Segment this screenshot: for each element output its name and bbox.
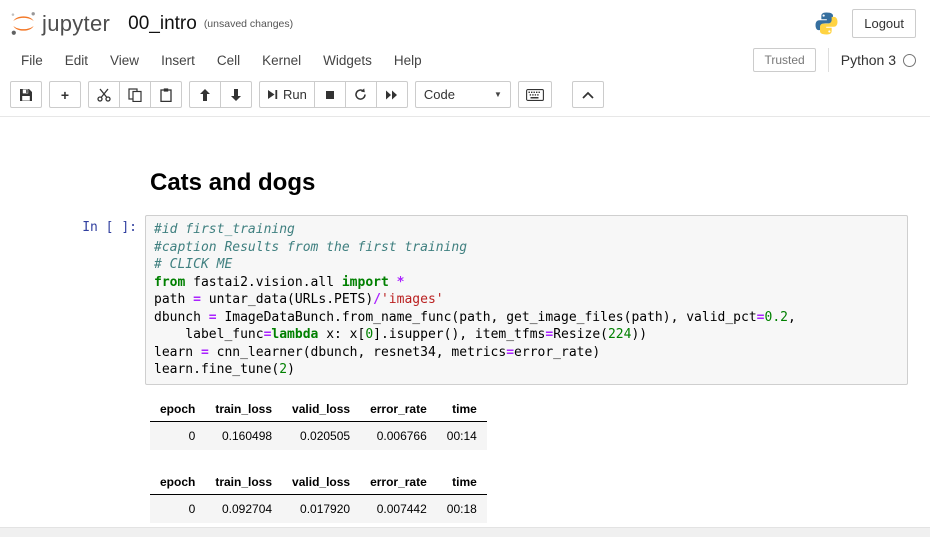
stop-icon: [325, 90, 335, 100]
kernel-name: Python 3: [841, 52, 896, 68]
table-header: train_loss: [205, 470, 282, 495]
logout-button[interactable]: Logout: [852, 9, 916, 38]
table-cell: 00:18: [437, 494, 487, 523]
markdown-cell-prompt: [0, 169, 145, 174]
kernel-indicator: Python 3: [828, 48, 916, 72]
run-icon: [267, 89, 278, 100]
notebook-title[interactable]: 00_intro: [128, 13, 197, 35]
markdown-heading: Cats and dogs: [145, 169, 908, 197]
training-output: epochtrain_lossvalid_losserror_ratetime0…: [145, 385, 908, 537]
collapse-toolbar-button[interactable]: [572, 81, 604, 108]
code-cell-prompt: In [ ]:: [0, 215, 145, 235]
table-cell: 0: [150, 494, 205, 523]
menu-item-view[interactable]: View: [99, 47, 150, 74]
horizontal-scrollbar[interactable]: [0, 527, 930, 537]
menu-item-edit[interactable]: Edit: [54, 47, 99, 74]
move-cell-down-button[interactable]: [220, 81, 252, 108]
toolbar: +: [0, 76, 930, 117]
arrow-down-icon: [231, 89, 241, 101]
paste-cell-button[interactable]: [150, 81, 182, 108]
menu-item-kernel[interactable]: Kernel: [251, 47, 312, 74]
code-editor[interactable]: #id first_training#caption Results from …: [146, 216, 907, 384]
python-logo-icon: [813, 10, 840, 37]
move-cell-up-button[interactable]: [189, 81, 221, 108]
copy-cell-button[interactable]: [119, 81, 151, 108]
fast-forward-icon: [385, 90, 398, 100]
save-status: (unsaved changes): [204, 18, 293, 30]
menu-item-insert[interactable]: Insert: [150, 47, 206, 74]
table-header: epoch: [150, 397, 205, 422]
output-cell-prompt: [0, 385, 145, 390]
table-cell: 0.007442: [360, 494, 437, 523]
table-cell: 00:14: [437, 421, 487, 450]
table-cell: 0.020505: [282, 421, 360, 450]
table-header: valid_loss: [282, 397, 360, 422]
restart-run-all-button[interactable]: [376, 81, 408, 108]
table-header: error_rate: [360, 397, 437, 422]
table-header: valid_loss: [282, 470, 360, 495]
interrupt-kernel-button[interactable]: [314, 81, 346, 108]
fine-tune-head-table: epochtrain_lossvalid_losserror_ratetime0…: [150, 397, 487, 450]
plus-icon: +: [61, 88, 69, 102]
header: jupyter 00_intro (unsaved changes) Logou…: [0, 0, 930, 44]
output-cell: epochtrain_lossvalid_losserror_ratetime0…: [0, 385, 930, 537]
keyboard-icon: [526, 89, 544, 101]
clipboard-icon: [159, 88, 173, 102]
run-cell-button[interactable]: Run: [259, 81, 315, 108]
jupyter-logo-text: jupyter: [42, 11, 110, 37]
cell-type-value: Code: [424, 87, 455, 102]
menu-items: FileEditViewInsertCellKernelWidgetsHelp: [10, 47, 433, 74]
table-cell: 0.160498: [205, 421, 282, 450]
trusted-badge: Trusted: [753, 48, 815, 72]
table-cell: 0: [150, 421, 205, 450]
restart-icon: [354, 88, 367, 101]
jupyter-planet-icon: [10, 10, 37, 37]
save-button[interactable]: [10, 81, 42, 108]
code-cell[interactable]: In [ ]: #id first_training#caption Resul…: [0, 215, 930, 385]
jupyter-logo[interactable]: jupyter: [10, 10, 110, 37]
code-input-area[interactable]: #id first_training#caption Results from …: [145, 215, 908, 385]
table-row: 00.0927040.0179200.00744200:18: [150, 494, 487, 523]
scissors-icon: [97, 88, 111, 102]
table-row: 00.1604980.0205050.00676600:14: [150, 421, 487, 450]
table-cell: 0.017920: [282, 494, 360, 523]
table-header: train_loss: [205, 397, 282, 422]
restart-kernel-button[interactable]: [345, 81, 377, 108]
run-button-label: Run: [283, 87, 307, 102]
chevron-up-icon: [582, 91, 594, 99]
menu-item-widgets[interactable]: Widgets: [312, 47, 383, 74]
arrow-up-icon: [200, 89, 210, 101]
cell-type-dropdown[interactable]: Code ▼: [415, 81, 511, 108]
kernel-idle-icon: [903, 54, 916, 67]
copy-icon: [128, 88, 142, 102]
notebook-area: Cats and dogs In [ ]: #id first_training…: [0, 117, 930, 537]
table-header: time: [437, 397, 487, 422]
menu-item-file[interactable]: File: [10, 47, 54, 74]
table-header: error_rate: [360, 470, 437, 495]
save-icon: [19, 88, 33, 102]
markdown-cell[interactable]: Cats and dogs: [0, 169, 930, 197]
menu-item-cell[interactable]: Cell: [206, 47, 251, 74]
caret-down-icon: ▼: [494, 90, 502, 99]
cut-cell-button[interactable]: [88, 81, 120, 108]
table-cell: 0.092704: [205, 494, 282, 523]
table-cell: 0.006766: [360, 421, 437, 450]
menu-item-help[interactable]: Help: [383, 47, 433, 74]
table-header: time: [437, 470, 487, 495]
table-header: epoch: [150, 470, 205, 495]
command-palette-button[interactable]: [518, 81, 552, 108]
menubar: FileEditViewInsertCellKernelWidgetsHelp …: [0, 44, 930, 76]
add-cell-button[interactable]: +: [49, 81, 81, 108]
